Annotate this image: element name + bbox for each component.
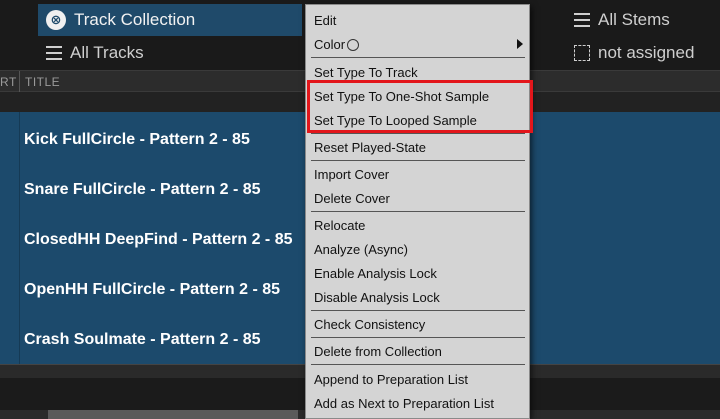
track-row[interactable]: Crash Soulmate - Pattern 2 - 85 (24, 315, 314, 365)
menu-item-label: Reset Played-State (314, 140, 427, 155)
menu-item-relocate[interactable]: Relocate (306, 214, 529, 237)
menu-item-label: Edit (314, 13, 337, 28)
menu-item-enable-analysis-lock[interactable]: Enable Analysis Lock (306, 262, 529, 285)
unassigned-slot-icon (574, 45, 590, 61)
not-assigned-label: not assigned (598, 43, 695, 62)
menu-item-label: Color (314, 37, 346, 52)
menu-item-append-prep-list[interactable]: Append to Preparation List (306, 368, 529, 391)
menu-item-delete-cover[interactable]: Delete Cover (306, 187, 529, 210)
menu-item-color[interactable]: Color (306, 33, 529, 56)
menu-item-label: Check Consistency (314, 317, 426, 332)
menu-item-add-next-prep-list[interactable]: Add as Next to Preparation List (306, 392, 529, 415)
list-icon (46, 46, 62, 60)
color-circle-icon (347, 38, 360, 51)
submenu-arrow-icon (517, 39, 523, 49)
highlight-annotation (307, 80, 533, 133)
column-header-partial[interactable]: RT (0, 75, 17, 89)
column-header-title[interactable]: TITLE (25, 75, 60, 89)
track-collection-label: Track Collection (74, 10, 196, 29)
menu-item-label: Add as Next to Preparation List (314, 396, 494, 411)
menu-item-edit[interactable]: Edit (306, 9, 529, 32)
all-tracks-label: All Tracks (70, 43, 144, 62)
menu-item-reset-played[interactable]: Reset Played-State (306, 136, 529, 159)
menu-separator (311, 310, 525, 311)
menu-item-label: Set Type To Track (314, 65, 418, 80)
track-row[interactable]: Kick FullCircle - Pattern 2 - 85 (24, 115, 314, 165)
collection-icon: ⊗ (46, 10, 66, 30)
menu-item-label: Enable Analysis Lock (314, 266, 437, 281)
menu-separator (311, 57, 525, 58)
menu-item-import-cover[interactable]: Import Cover (306, 163, 529, 186)
context-menu: Edit Color Set Type To Track Set Type To… (305, 4, 530, 419)
all-stems-label: All Stems (598, 10, 670, 29)
menu-item-label: Delete from Collection (314, 344, 442, 359)
menu-item-label: Relocate (314, 218, 366, 233)
menu-separator (311, 337, 525, 338)
menu-separator (311, 133, 525, 134)
menu-item-label: Delete Cover (314, 191, 390, 206)
menu-separator (311, 211, 525, 212)
horizontal-scrollbar-thumb[interactable] (48, 410, 298, 419)
list-icon (574, 13, 590, 27)
menu-item-label: Append to Preparation List (314, 372, 468, 387)
menu-item-analyze[interactable]: Analyze (Async) (306, 238, 529, 261)
track-row[interactable]: OpenHH FullCircle - Pattern 2 - 85 (24, 265, 314, 315)
menu-separator (311, 160, 525, 161)
menu-item-delete-from-collection[interactable]: Delete from Collection (306, 340, 529, 363)
track-collection-button[interactable]: ⊗ Track Collection (38, 4, 302, 36)
track-row[interactable]: Snare FullCircle - Pattern 2 - 85 (24, 165, 314, 215)
column-divider (19, 112, 20, 364)
menu-item-check-consistency[interactable]: Check Consistency (306, 313, 529, 336)
track-row[interactable]: ClosedHH DeepFind - Pattern 2 - 85 (24, 215, 314, 265)
all-tracks-filter[interactable]: All Tracks (38, 38, 302, 68)
not-assigned-filter[interactable]: not assigned (570, 38, 720, 68)
menu-item-label: Disable Analysis Lock (314, 290, 440, 305)
column-divider[interactable] (19, 71, 20, 93)
menu-item-disable-analysis-lock[interactable]: Disable Analysis Lock (306, 286, 529, 309)
all-stems-filter[interactable]: All Stems (570, 4, 720, 36)
menu-separator (311, 364, 525, 365)
menu-item-label: Analyze (Async) (314, 242, 408, 257)
menu-item-label: Import Cover (314, 167, 390, 182)
